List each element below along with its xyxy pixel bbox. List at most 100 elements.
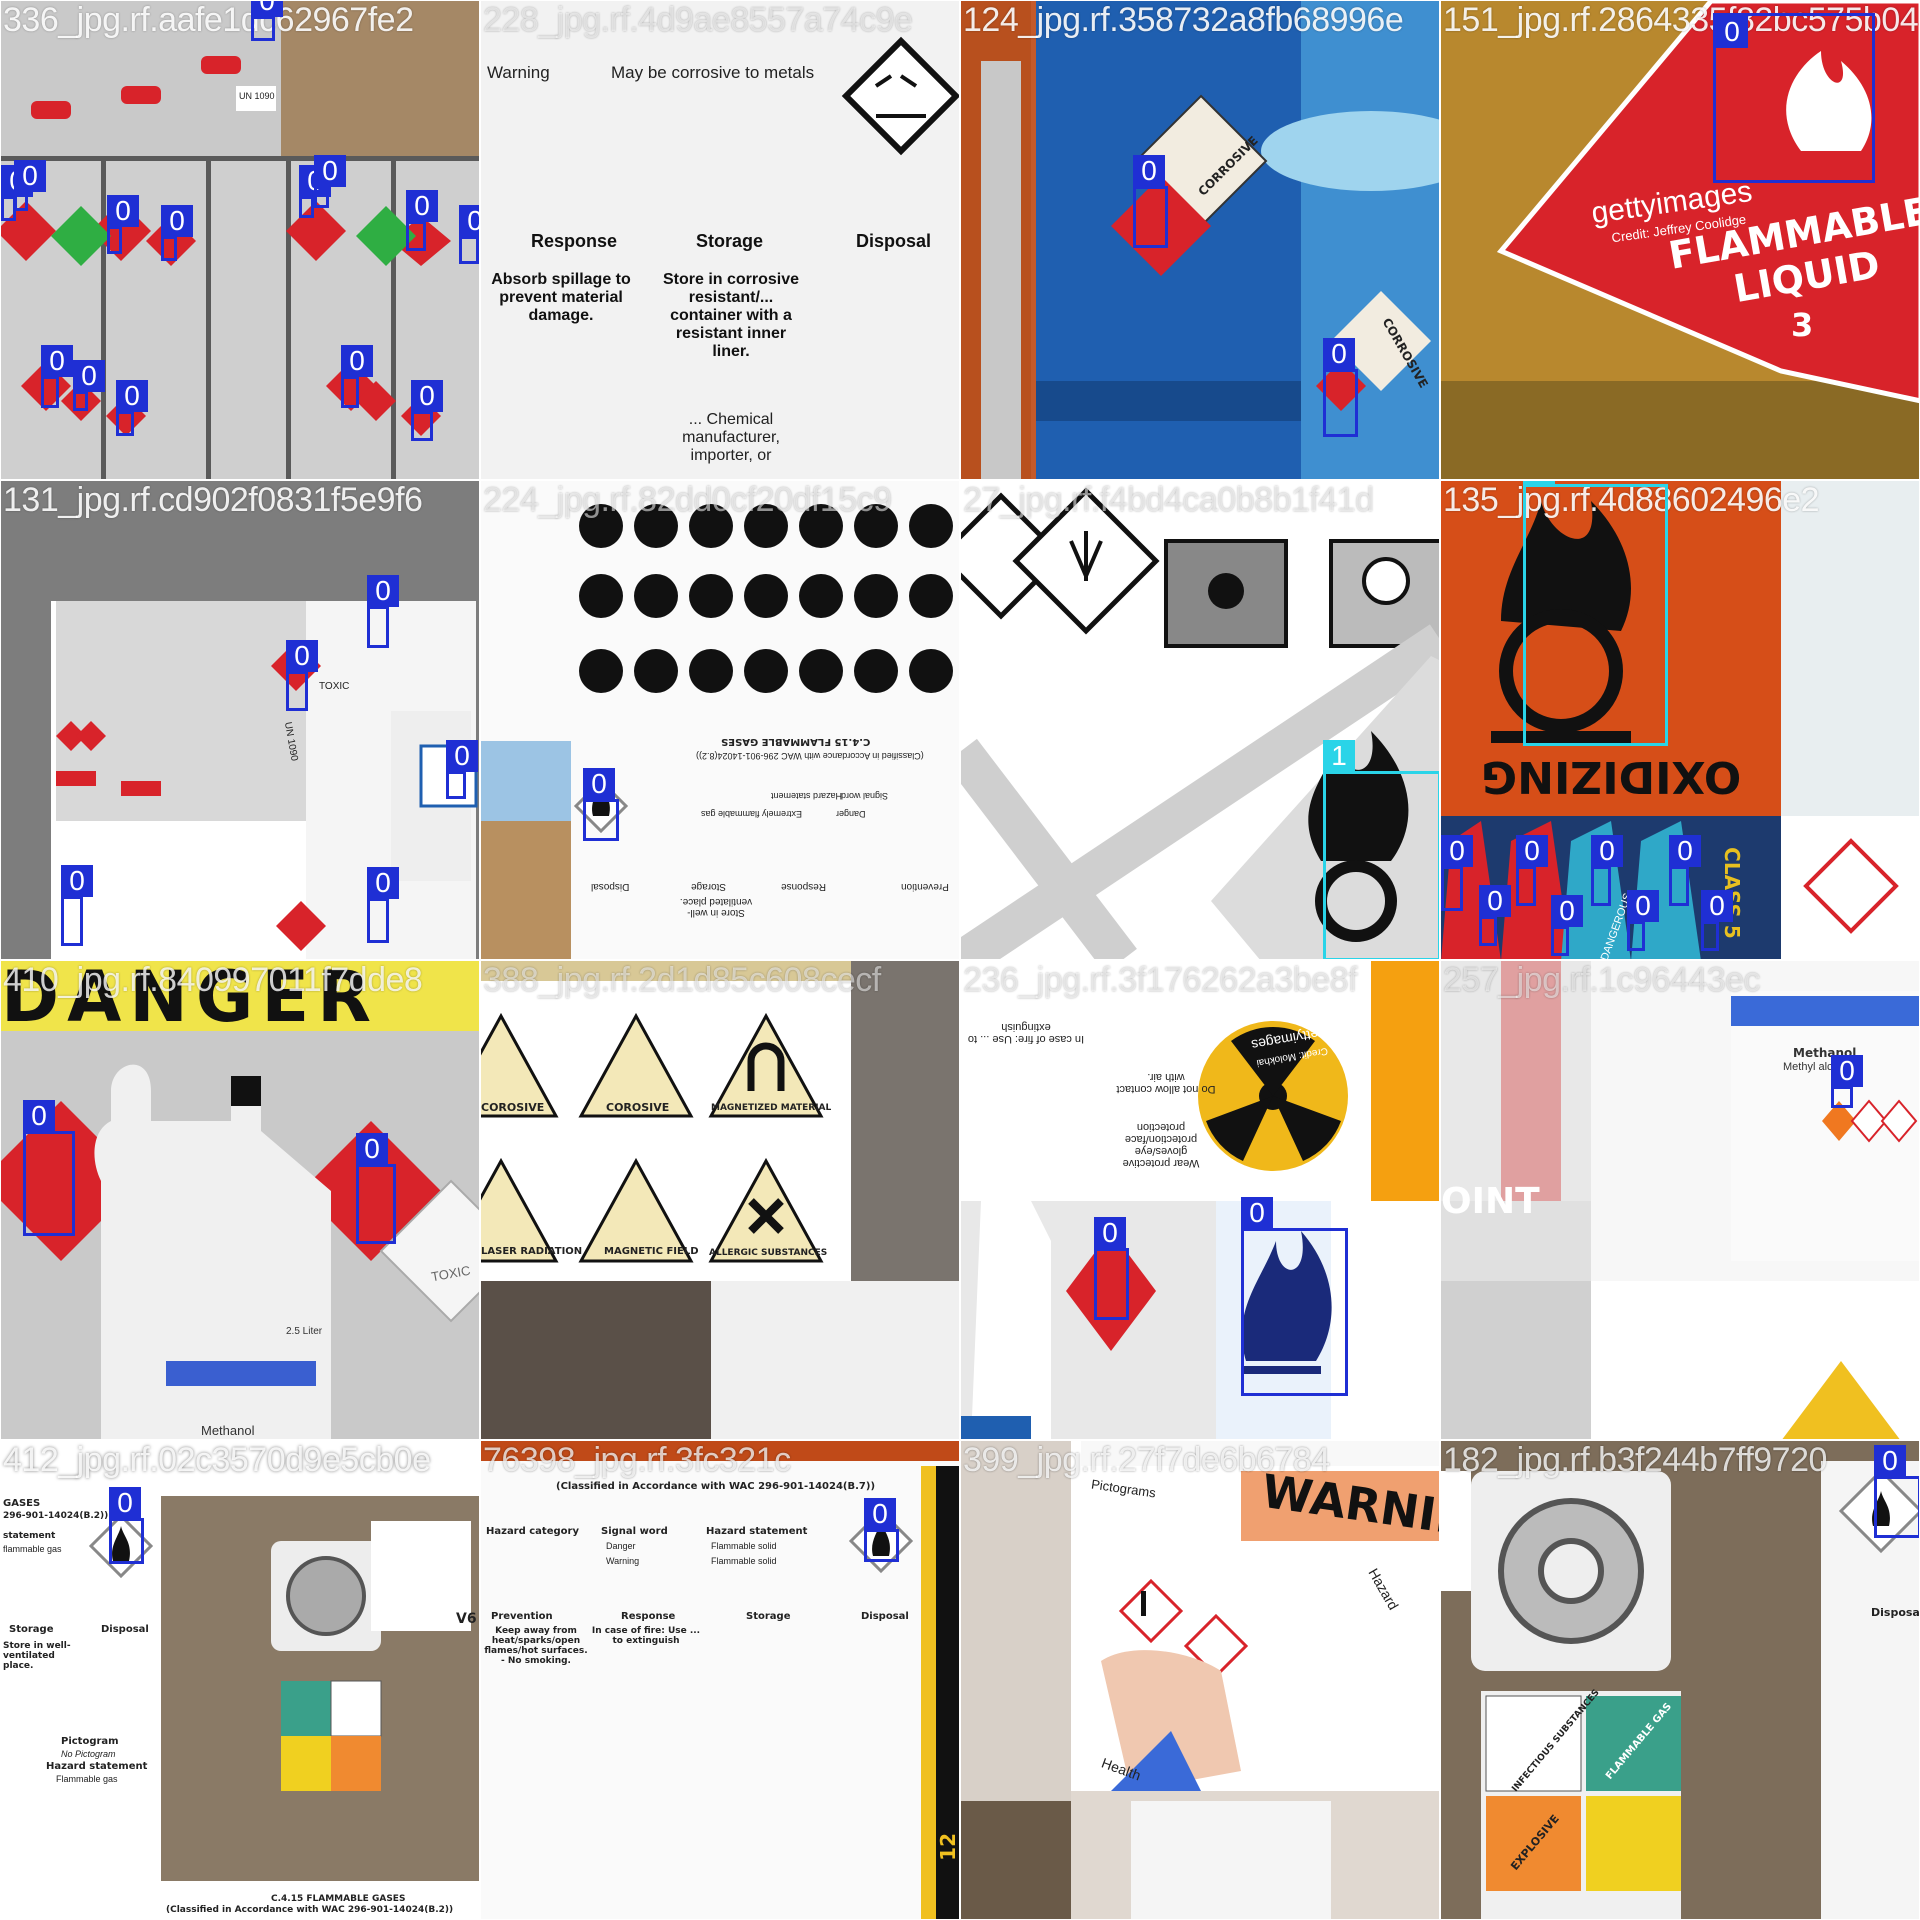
bbox-class-0: 0 — [251, 1, 283, 41]
bbox-class-0: 0 — [864, 1498, 899, 1562]
tile-text: LASER RADIATION — [481, 1246, 583, 1257]
bbox-label: 0 — [367, 575, 399, 607]
bbox-class-0: 0 — [341, 345, 373, 408]
bbox-class-0: 0 — [1874, 1445, 1919, 1538]
tile-text: TOXIC — [319, 681, 350, 692]
bbox-class-0: 0 — [14, 160, 46, 211]
tile-text: May be corrosive to metals — [611, 63, 815, 82]
bbox-label: 0 — [341, 345, 373, 377]
bbox-class-0: 0 — [1713, 13, 1875, 183]
bbox-class-0: 0 — [1516, 835, 1548, 906]
bbox-class-0: 0 — [23, 1100, 75, 1236]
tile-text: Disposal — [1871, 1606, 1920, 1619]
tile-text: Storage — [9, 1624, 54, 1635]
tile-text: In case of fire: Use ... to extinguish — [967, 1021, 1085, 1045]
mosaic-tile: Warning May be corrosive to metals Respo… — [480, 0, 960, 480]
tile-text: Flammable solid — [711, 1556, 777, 1566]
tile-text: Absorb spillage to prevent material dama… — [491, 271, 631, 324]
tile-filename: 224_jpg.rf.82dd0cf20df15c9 — [483, 481, 892, 519]
tile-text: Storage — [691, 881, 727, 892]
tile-filename: 410_jpg.rf.840997011f7dde8 — [3, 961, 423, 999]
tile-text: Signal word — [601, 1526, 668, 1537]
bbox-label: 0 — [1516, 835, 1548, 867]
tile-text: Disposal — [861, 1611, 909, 1622]
tile-text: OINT — [1441, 1181, 1540, 1222]
tile-text: Store in corrosive resistant/... contain… — [662, 271, 800, 360]
tile-filename: 412_jpg.rf.02c3570d9e5cb0e — [3, 1441, 431, 1479]
bbox-label: 0 — [1669, 835, 1701, 867]
bbox-label: 0 — [356, 1133, 388, 1165]
bbox-class-0: 0 — [116, 380, 148, 436]
tile-text: (Classified in Accordance with WAC 296-9… — [556, 1481, 876, 1492]
tile-text: Storage — [746, 1611, 791, 1622]
tile-text: Hazard statement — [771, 791, 843, 801]
tile-text: 3 — [1791, 306, 1814, 344]
bbox-label: 0 — [23, 1100, 55, 1132]
bbox-class-0: 0 — [1669, 835, 1701, 906]
tile-filename: 388_jpg.rf.2d1d85c608cecf — [483, 961, 881, 999]
tile-text: Response — [531, 231, 618, 251]
mosaic-tile: WARNING Pictograms Health Hazard 399_jpg… — [960, 1440, 1440, 1920]
tile-text: Hazard statement — [46, 1761, 148, 1772]
tile-filename: 399_jpg.rf.27f7de6b6784 — [963, 1441, 1330, 1479]
bbox-label: 0 — [864, 1498, 896, 1530]
tile-filename: 131_jpg.rf.cd902f0831f5e9f6 — [3, 481, 423, 519]
tile-image — [961, 1, 1439, 479]
bbox-label: 1 — [1323, 740, 1355, 772]
tile-text: (Classified in Accordance with WAC 296-9… — [696, 751, 924, 761]
bbox-label: 0 — [41, 345, 73, 377]
bbox-label: 0 — [1701, 890, 1733, 922]
mosaic-tile: OXIDIZING CLASS 5 DANGEROUS 135_jpg.rf.4… — [1440, 480, 1920, 960]
bbox-label: 0 — [286, 640, 318, 672]
tile-text: In case of fire: Use ... to extinguish — [591, 1626, 701, 1646]
bbox-class-1: 1 — [1523, 481, 1668, 746]
tile-text: Hazard statement — [706, 1526, 808, 1537]
bbox-label: 0 — [61, 865, 93, 897]
tile-text: Prevention — [901, 881, 949, 892]
bbox-label: 0 — [583, 768, 615, 800]
tile-text: 2.5 Liter — [286, 1326, 323, 1337]
bbox-label: 0 — [367, 867, 399, 899]
tile-text: COROSIVE — [606, 1101, 670, 1114]
tile-text: UN 1090 — [239, 91, 275, 101]
tile-filename: 236_jpg.rf.3f176262a3be8f — [963, 961, 1357, 999]
bbox-class-0: 0 — [161, 205, 193, 261]
mosaic-tile: UN 1090 TOXIC 131_jpg.rf.cd902f0831f5e9f… — [0, 480, 480, 960]
bbox-label: 0 — [1716, 16, 1748, 48]
tile-text: MAGNETIC FIELD — [604, 1246, 699, 1257]
bbox-class-0: 0 — [1133, 155, 1168, 248]
bbox-class-0: 0 — [367, 867, 399, 943]
tile-text: OXIDIZING — [1481, 751, 1742, 802]
tile-image — [1441, 1441, 1919, 1919]
bbox-class-0: 0 — [107, 195, 139, 254]
bbox-label: 0 — [107, 195, 139, 227]
mosaic-tile: Methanol Methyl alcohol OINT 257_jpg.rf.… — [1440, 960, 1920, 1440]
tile-text: Disposal — [101, 1624, 149, 1635]
bbox-class-0: 0 — [286, 640, 318, 711]
tile-text: statement — [3, 1531, 56, 1541]
bbox-class-0: 0 — [109, 1487, 144, 1564]
bbox-label: 0 — [116, 380, 148, 412]
tile-text: GASES — [3, 1498, 41, 1509]
tile-text: COROSIVE — [481, 1101, 545, 1114]
tile-text: Warning — [487, 63, 550, 82]
mosaic-tile: In case of fire: Use ... to extinguish D… — [960, 960, 1440, 1440]
bbox-class-0: 0 — [1831, 1055, 1863, 1108]
bbox-class-0: 0 — [356, 1133, 396, 1244]
bbox-label: 0 — [1479, 885, 1511, 917]
bbox-class-0: 0 — [1323, 338, 1358, 437]
bbox-label: 0 — [1551, 895, 1583, 927]
mosaic-tile: COROSIVE COROSIVE MAGNETIZED MATERIAL LA… — [480, 960, 960, 1440]
tile-text: Hazard category — [486, 1526, 579, 1537]
mosaic-tile: CORROSIVE CORROSIVE 124_jpg.rf.358732a8f… — [960, 0, 1440, 480]
tile-text: Disposal — [591, 881, 630, 892]
bbox-label: 0 — [1591, 835, 1623, 867]
tile-text: Methanol — [201, 1423, 255, 1438]
tile-text: Extremely flammable gas — [701, 809, 803, 819]
bbox-label: 0 — [411, 380, 443, 412]
bbox-class-0: 0 — [446, 740, 478, 799]
bbox-class-0: 0 — [41, 345, 73, 408]
mosaic-tile: UN 1090 336_jpg.rf.aafe1dc62967fe2 0 0 0… — [0, 0, 480, 480]
bbox-label: 0 — [73, 360, 105, 392]
bbox-class-0: 0 — [367, 575, 399, 648]
